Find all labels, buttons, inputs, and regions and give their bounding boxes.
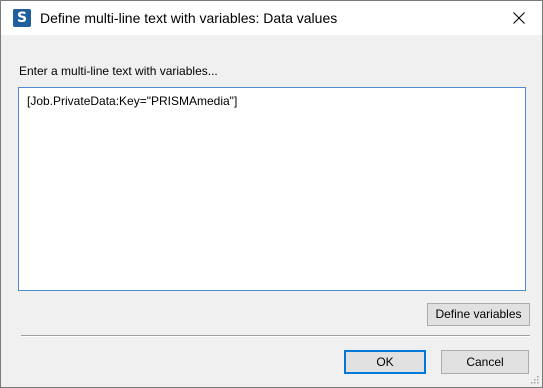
dialog-window: S Define multi-line text with variables:… (0, 0, 543, 388)
close-icon (513, 12, 525, 24)
cancel-button[interactable]: Cancel (441, 350, 529, 374)
define-variables-button[interactable]: Define variables (427, 303, 530, 326)
prompt-label: Enter a multi-line text with variables..… (19, 64, 218, 78)
multiline-text-input[interactable]: [Job.PrivateData:Key="PRISMAmedia"] (18, 87, 526, 291)
close-button[interactable] (496, 1, 542, 35)
window-title: Define multi-line text with variables: D… (40, 10, 338, 26)
resize-grip-icon[interactable] (529, 374, 539, 384)
title-bar[interactable]: S Define multi-line text with variables:… (1, 1, 542, 35)
ok-button[interactable]: OK (344, 350, 426, 374)
divider (21, 335, 530, 337)
app-logo-icon: S (13, 9, 31, 27)
